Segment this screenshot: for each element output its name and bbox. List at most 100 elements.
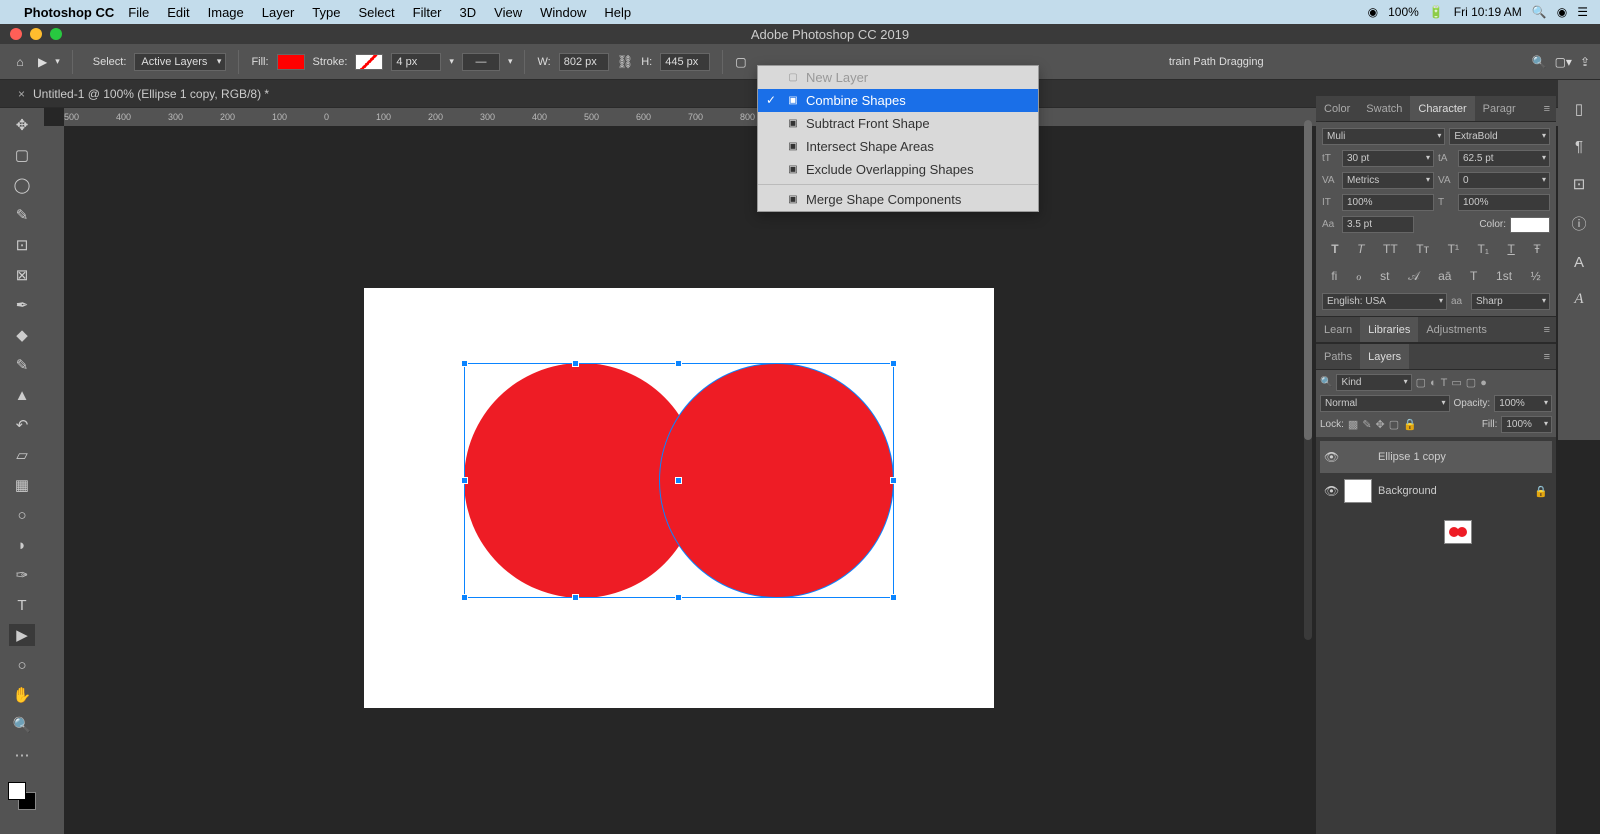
edit-toolbar[interactable]: ⋯ bbox=[9, 744, 35, 766]
dodge-tool[interactable]: ◗ bbox=[9, 534, 35, 556]
menu-image[interactable]: Image bbox=[208, 5, 244, 20]
visibility-toggle[interactable]: 👁 bbox=[1324, 484, 1338, 498]
gradient-tool[interactable]: ▦ bbox=[9, 474, 35, 496]
strikethrough-button[interactable]: Ŧ bbox=[1533, 242, 1540, 256]
ot-fractions[interactable]: 1st bbox=[1496, 269, 1512, 284]
path-select-tool[interactable]: ▶ bbox=[9, 624, 35, 646]
document-tab[interactable]: × Untitled-1 @ 100% (Ellipse 1 copy, RGB… bbox=[8, 83, 279, 105]
ot-slashed[interactable]: ½ bbox=[1531, 269, 1541, 284]
menu-3d[interactable]: 3D bbox=[460, 5, 477, 20]
layer-background[interactable]: 👁 Background 🔒 bbox=[1320, 475, 1552, 507]
menu-exclude[interactable]: ▣Exclude Overlapping Shapes bbox=[758, 158, 1038, 181]
ot-stylistic[interactable]: aā bbox=[1438, 269, 1451, 284]
history-brush-tool[interactable]: ↶ bbox=[9, 414, 35, 436]
text-color-swatch[interactable] bbox=[1510, 217, 1550, 233]
tab-layers[interactable]: Layers bbox=[1360, 344, 1409, 369]
blend-mode-dropdown[interactable]: Normal bbox=[1320, 395, 1450, 412]
tab-color[interactable]: Color bbox=[1316, 96, 1358, 121]
menu-merge-components[interactable]: ▣Merge Shape Components bbox=[758, 188, 1038, 211]
spotlight-icon[interactable]: 🔍 bbox=[1532, 5, 1547, 19]
dock-icon-6[interactable]: A bbox=[1574, 291, 1583, 308]
layer-name[interactable]: Background bbox=[1378, 485, 1437, 497]
menu-combine-shapes[interactable]: ✓▣Combine Shapes bbox=[758, 89, 1038, 112]
crop-tool[interactable]: ⊡ bbox=[9, 234, 35, 256]
menu-file[interactable]: File bbox=[128, 5, 149, 20]
dock-icon-3[interactable]: ⊡ bbox=[1573, 175, 1586, 193]
filter-smart-icon[interactable]: ▢ bbox=[1466, 376, 1476, 389]
visibility-toggle[interactable]: 👁 bbox=[1324, 450, 1338, 464]
smallcaps-button[interactable]: Tᴛ bbox=[1416, 242, 1429, 256]
dock-icon-5[interactable]: A bbox=[1574, 254, 1584, 271]
menu-edit[interactable]: Edit bbox=[167, 5, 189, 20]
brush-tool[interactable]: ✎ bbox=[9, 354, 35, 376]
panel-menu-icon-3[interactable]: ≡ bbox=[1538, 351, 1556, 363]
tracking-input[interactable]: 0 bbox=[1458, 172, 1550, 189]
layer-thumbnail[interactable] bbox=[1344, 479, 1372, 503]
font-size-input[interactable]: 30 pt bbox=[1342, 150, 1434, 167]
tab-swatches[interactable]: Swatch bbox=[1358, 96, 1410, 121]
filter-shape-icon[interactable]: ▭ bbox=[1451, 376, 1461, 389]
font-weight-dropdown[interactable]: ExtraBold bbox=[1449, 128, 1550, 145]
leading-input[interactable]: 62.5 pt bbox=[1458, 150, 1550, 167]
hand-tool[interactable]: ✋ bbox=[9, 684, 35, 706]
tab-learn[interactable]: Learn bbox=[1316, 317, 1360, 342]
link-icon[interactable]: ⛓ bbox=[617, 54, 634, 70]
shape-tool[interactable]: ○ bbox=[9, 654, 35, 676]
path-ops-icon[interactable]: ▢ bbox=[735, 55, 746, 69]
siri-icon[interactable]: ◉ bbox=[1557, 5, 1567, 19]
height-input[interactable]: 445 px bbox=[660, 53, 710, 71]
shape-group[interactable] bbox=[464, 363, 894, 613]
home-icon[interactable]: ⌂ bbox=[10, 52, 30, 72]
app-name[interactable]: Photoshop CC bbox=[24, 5, 114, 20]
lock-transparency-icon[interactable]: ▩ bbox=[1348, 418, 1358, 431]
ruler-vertical[interactable] bbox=[44, 126, 64, 834]
filter-search-icon[interactable]: 🔍 bbox=[1320, 377, 1332, 388]
ot-ordinals[interactable]: T bbox=[1470, 269, 1477, 284]
blur-tool[interactable]: ○ bbox=[9, 504, 35, 526]
dock-icon-1[interactable]: ▯ bbox=[1575, 100, 1583, 118]
ot-contextual[interactable]: ℴ bbox=[1356, 269, 1362, 284]
fill-swatch[interactable] bbox=[277, 54, 305, 70]
minimize-window[interactable] bbox=[30, 28, 42, 40]
menu-type[interactable]: Type bbox=[312, 5, 340, 20]
layer-name[interactable]: Ellipse 1 copy bbox=[1378, 451, 1446, 463]
search-icon[interactable]: 🔍 bbox=[1532, 55, 1547, 69]
tab-adjustments[interactable]: Adjustments bbox=[1418, 317, 1495, 342]
baseline-input[interactable]: 3.5 pt bbox=[1342, 216, 1414, 233]
stamp-tool[interactable]: ▲ bbox=[9, 384, 35, 406]
foreground-color[interactable] bbox=[8, 782, 26, 800]
vscale-input[interactable]: 100% bbox=[1342, 194, 1434, 211]
layer-filter-dropdown[interactable]: Kind bbox=[1336, 374, 1411, 391]
filter-type-icon[interactable]: T bbox=[1441, 377, 1448, 389]
lock-position-icon[interactable]: ✥ bbox=[1376, 418, 1385, 431]
lock-all-icon[interactable]: 🔒 bbox=[1403, 418, 1417, 431]
ot-swash[interactable]: st bbox=[1380, 269, 1389, 284]
font-family-dropdown[interactable]: Muli bbox=[1322, 128, 1445, 145]
menu-layer[interactable]: Layer bbox=[262, 5, 295, 20]
dock-icon-2[interactable]: ¶ bbox=[1575, 138, 1583, 155]
lock-icon[interactable]: 🔒 bbox=[1534, 485, 1548, 498]
layer-thumbnail[interactable] bbox=[1444, 520, 1472, 544]
maximize-window[interactable] bbox=[50, 28, 62, 40]
workspace-icon[interactable]: ▢▾ bbox=[1555, 55, 1572, 69]
eyedropper-tool[interactable]: ✒ bbox=[9, 294, 35, 316]
ellipse-1-copy[interactable] bbox=[659, 363, 894, 598]
kerning-dropdown[interactable]: Metrics bbox=[1342, 172, 1434, 189]
italic-button[interactable]: T bbox=[1357, 242, 1364, 256]
stroke-style[interactable]: — bbox=[462, 53, 500, 71]
lasso-tool[interactable]: ◯ bbox=[9, 174, 35, 196]
panel-menu-icon[interactable]: ≡ bbox=[1538, 103, 1556, 115]
underline-button[interactable]: T bbox=[1507, 242, 1514, 256]
color-swatches[interactable] bbox=[8, 782, 36, 810]
dock-icon-4[interactable]: ⓘ bbox=[1571, 213, 1586, 234]
wifi-icon[interactable]: ◉ bbox=[1368, 5, 1378, 19]
subscript-button[interactable]: T₁ bbox=[1478, 242, 1489, 256]
zoom-tool[interactable]: 🔍 bbox=[9, 714, 35, 736]
ot-ligatures[interactable]: fi bbox=[1331, 269, 1337, 284]
tab-libraries[interactable]: Libraries bbox=[1360, 317, 1418, 342]
stroke-width-input[interactable]: 4 px bbox=[391, 53, 441, 71]
eraser-tool[interactable]: ▱ bbox=[9, 444, 35, 466]
pen-tool[interactable]: ✑ bbox=[9, 564, 35, 586]
menu-select[interactable]: Select bbox=[358, 5, 394, 20]
allcaps-button[interactable]: TT bbox=[1383, 242, 1398, 256]
